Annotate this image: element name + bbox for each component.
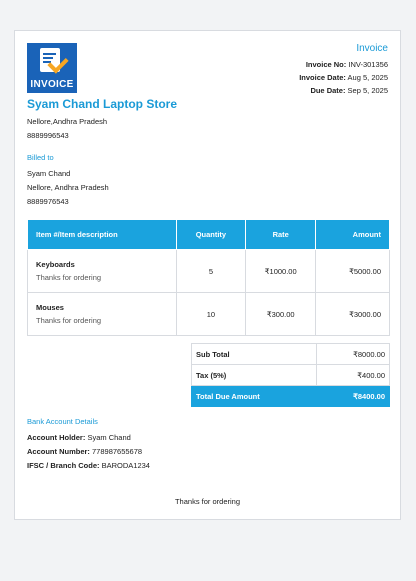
total-due-value: ₹8400.00 — [316, 385, 390, 407]
footer-note: Thanks for ordering — [174, 497, 241, 506]
subtotal-label: Sub Total — [190, 343, 318, 365]
total-due-label: Total Due Amount — [190, 385, 318, 407]
items-header-row: Item #/Item description Quantity Rate Am… — [27, 219, 390, 250]
rate-cell: ₹1000.00 — [245, 249, 317, 293]
item-note: Thanks for ordering — [36, 273, 102, 282]
quantity-cell: 5 — [175, 249, 247, 293]
amount-cell: ₹5000.00 — [315, 249, 390, 293]
invoice-meta: Invoice Invoice No: INV-301356 Invoice D… — [299, 43, 388, 99]
logo-word: INVOICE — [30, 79, 74, 90]
invoice-title: Invoice — [356, 43, 388, 54]
due-date: Due Date: Sep 5, 2025 — [310, 86, 388, 95]
account-holder: Account Holder: Syam Chand — [27, 433, 131, 442]
billed-address: Nellore, Andhra Pradesh — [27, 183, 109, 192]
billed-to-heading: Billed to — [27, 153, 54, 162]
col-rate-header: Rate — [245, 219, 317, 250]
amount-cell: ₹3000.00 — [315, 292, 390, 336]
store-address: Nellore,Andhra Pradesh — [27, 117, 108, 126]
totals-table: Sub Total ₹8000.00 Tax (5%) ₹400.00 Tota… — [190, 343, 390, 407]
subtotal-value: ₹8000.00 — [316, 343, 390, 365]
tax-row: Tax (5%) ₹400.00 — [190, 364, 390, 386]
ifsc-code: IFSC / Branch Code: BARODA1234 — [27, 461, 150, 470]
tax-value: ₹400.00 — [316, 364, 390, 386]
bank-heading: Bank Account Details — [27, 417, 98, 426]
invoice-date: Invoice Date: Aug 5, 2025 — [299, 73, 388, 82]
col-quantity-header: Quantity — [175, 219, 247, 250]
quantity-cell: 10 — [175, 292, 247, 336]
store-phone: 8889996543 — [27, 131, 69, 140]
tax-label: Tax (5%) — [190, 364, 318, 386]
subtotal-row: Sub Total ₹8000.00 — [190, 343, 390, 365]
invoice-logo: INVOICE — [27, 43, 77, 93]
account-number: Account Number: 778987655678 — [27, 447, 143, 456]
item-cell: Keyboards Thanks for ordering — [27, 249, 177, 293]
item-cell: Mouses Thanks for ordering — [27, 292, 177, 336]
rate-cell: ₹300.00 — [245, 292, 317, 336]
invoice-number: Invoice No: INV-301356 — [305, 60, 388, 69]
item-note: Thanks for ordering — [36, 316, 102, 325]
table-row: Mouses Thanks for ordering 10 ₹300.00 ₹30… — [27, 292, 390, 336]
billed-phone: 8889976543 — [27, 197, 69, 206]
invoice-page: INVOICE Invoice Invoice No: INV-301356 I… — [14, 30, 401, 520]
col-item-header: Item #/Item description — [27, 219, 177, 250]
billed-name: Syam Chand — [27, 169, 71, 178]
items-table: Item #/Item description Quantity Rate Am… — [27, 219, 390, 336]
col-amount-header: Amount — [315, 219, 390, 250]
store-name: Syam Chand Laptop Store — [27, 97, 178, 111]
item-name: Keyboards — [36, 260, 75, 269]
total-due-row: Total Due Amount ₹8400.00 — [190, 385, 390, 407]
item-name: Mouses — [36, 303, 64, 312]
table-row: Keyboards Thanks for ordering 5 ₹1000.00 … — [27, 249, 390, 293]
